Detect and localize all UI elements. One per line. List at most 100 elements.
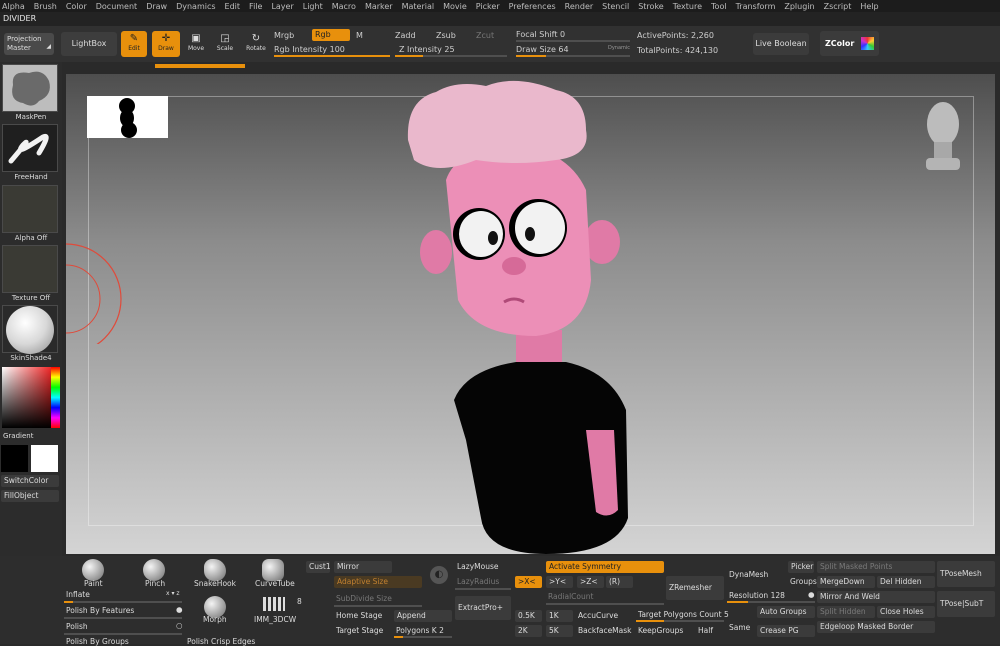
split-hidden-button[interactable]: Split Hidden xyxy=(817,606,875,618)
menu-preferences[interactable]: Preferences xyxy=(509,2,556,11)
radialcount-slider[interactable] xyxy=(546,603,664,605)
lightbox-button[interactable]: LightBox xyxy=(61,32,117,56)
rgb-button[interactable]: Rgb xyxy=(312,29,350,41)
pinch-brush-icon[interactable] xyxy=(143,559,165,581)
menu-stroke[interactable]: Stroke xyxy=(638,2,664,11)
menu-dynamics[interactable]: Dynamics xyxy=(176,2,215,11)
resolution-slider[interactable] xyxy=(727,601,815,603)
target-stage-label[interactable]: Target Stage xyxy=(336,626,383,635)
mrgb-button[interactable]: Mrgb xyxy=(274,31,294,40)
menu-edit[interactable]: Edit xyxy=(225,2,241,11)
close-holes-button[interactable]: Close Holes xyxy=(877,606,935,618)
rotate-button[interactable]: ↻ Rotate xyxy=(243,31,269,57)
edgeloop-button[interactable]: Edgeloop Masked Border xyxy=(817,621,935,633)
menu-zplugin[interactable]: Zplugin xyxy=(784,2,814,11)
polish-features-slider[interactable] xyxy=(64,617,182,619)
snakehook-brush-icon[interactable] xyxy=(204,559,226,581)
menu-macro[interactable]: Macro xyxy=(332,2,356,11)
main-color-swatch[interactable] xyxy=(31,445,58,472)
mergedown-button[interactable]: MergeDown xyxy=(817,576,875,588)
adaptive-size-button[interactable]: Adaptive Size xyxy=(334,576,422,588)
zsub-button[interactable]: Zsub xyxy=(436,31,456,40)
zcut-button[interactable]: Zcut xyxy=(476,31,494,40)
same-button[interactable]: Same xyxy=(729,623,750,632)
keepgroups-button[interactable]: KeepGroups xyxy=(638,626,683,635)
menu-file[interactable]: File xyxy=(249,2,262,11)
menu-alpha[interactable]: Alpha xyxy=(2,2,25,11)
menu-document[interactable]: Document xyxy=(96,2,137,11)
del-hidden-button[interactable]: Del Hidden xyxy=(877,576,935,588)
activate-symmetry-button[interactable]: Activate Symmetry xyxy=(546,561,664,573)
zremesh-2k-button[interactable]: 2K xyxy=(515,625,542,637)
m-button[interactable]: M xyxy=(356,31,363,40)
home-stage-label[interactable]: Home Stage xyxy=(336,611,382,620)
mirror-weld-button[interactable]: Mirror And Weld xyxy=(817,591,935,603)
curvetube-brush-icon[interactable] xyxy=(262,559,284,581)
z-intensity-slider[interactable] xyxy=(395,55,507,57)
groups-button[interactable]: Groups xyxy=(790,577,817,586)
backfacemask-button[interactable]: BackfaceMask xyxy=(578,626,632,635)
zcolor-button[interactable]: ZColor xyxy=(820,31,879,56)
polish-slider[interactable] xyxy=(64,633,182,635)
switch-color-button[interactable]: SwitchColor xyxy=(1,475,59,487)
menu-movie[interactable]: Movie xyxy=(443,2,467,11)
half-button[interactable]: Half xyxy=(698,626,713,635)
menu-tool[interactable]: Tool xyxy=(711,2,727,11)
menu-color[interactable]: Color xyxy=(66,2,87,11)
edit-button[interactable]: ✎ Edit xyxy=(121,31,147,57)
symmetry-radial-button[interactable]: (R) xyxy=(606,576,633,588)
cust1-button[interactable]: Cust1 xyxy=(306,561,330,573)
draw-button[interactable]: ✛ Draw xyxy=(152,31,180,57)
move-button[interactable]: ▣ Move xyxy=(183,31,209,57)
append-button[interactable]: Append xyxy=(394,610,452,622)
picker-button[interactable]: Picker xyxy=(788,561,814,573)
menu-draw[interactable]: Draw xyxy=(146,2,167,11)
zremesher-button[interactable]: ZRemesher xyxy=(666,576,724,600)
alpha-tile[interactable] xyxy=(2,185,58,233)
rgb-intensity-slider[interactable] xyxy=(274,55,390,57)
zremesh-05k-button[interactable]: 0.5K xyxy=(515,610,542,622)
menu-transform[interactable]: Transform xyxy=(736,2,776,11)
menu-zscript[interactable]: Zscript xyxy=(824,2,852,11)
focal-shift-slider[interactable] xyxy=(516,40,630,42)
live-boolean-button[interactable]: Live Boolean xyxy=(753,33,809,55)
projection-master-button[interactable]: Projection Master ◢ xyxy=(4,33,54,55)
menu-light[interactable]: Light xyxy=(303,2,323,11)
imm-brush-icon[interactable] xyxy=(263,597,285,611)
maskpen-brush-tile[interactable] xyxy=(2,64,58,112)
extractpro-button[interactable]: ExtractPro+ xyxy=(455,596,511,620)
menu-help[interactable]: Help xyxy=(860,2,878,11)
subdivide-size-slider[interactable] xyxy=(334,605,422,607)
lazymouse-button[interactable]: LazyMouse xyxy=(457,562,498,571)
hue-strip[interactable] xyxy=(51,367,60,428)
zremesh-5k-button[interactable]: 5K xyxy=(546,625,573,637)
target-polygons-slider[interactable] xyxy=(636,620,724,622)
tpose-subt-button[interactable]: TPose|SubT xyxy=(937,591,995,617)
symmetry-x-button[interactable]: >X< xyxy=(515,576,542,588)
crease-pg-button[interactable]: Crease PG xyxy=(757,625,815,637)
gyro-icon[interactable]: ◐ xyxy=(430,566,448,584)
dynamic-button[interactable]: Dynamic xyxy=(608,45,630,51)
polygons-k-slider[interactable] xyxy=(394,636,452,638)
lazyradius-slider[interactable] xyxy=(455,588,511,590)
polish-toggle-icon[interactable]: ○ xyxy=(176,621,183,630)
zremesh-1k-button[interactable]: 1K xyxy=(546,610,573,622)
menu-texture[interactable]: Texture xyxy=(673,2,702,11)
menu-render[interactable]: Render xyxy=(565,2,593,11)
canvas-viewport[interactable] xyxy=(66,74,995,554)
tposemesh-button[interactable]: TPoseMesh xyxy=(937,561,995,587)
draw-size-slider[interactable] xyxy=(516,55,630,57)
secondary-color-swatch[interactable] xyxy=(1,445,28,472)
accucurve-button[interactable]: AccuCurve xyxy=(578,611,618,620)
fill-object-button[interactable]: FillObject xyxy=(1,490,59,502)
material-tile[interactable] xyxy=(2,305,58,354)
zadd-button[interactable]: Zadd xyxy=(395,31,416,40)
menu-marker[interactable]: Marker xyxy=(365,2,393,11)
menu-material[interactable]: Material xyxy=(402,2,435,11)
split-masked-button[interactable]: Split Masked Points xyxy=(817,561,935,573)
paint-brush-icon[interactable] xyxy=(82,559,104,581)
navigation-head-icon[interactable] xyxy=(918,96,968,174)
menu-brush[interactable]: Brush xyxy=(34,2,57,11)
freehand-stroke-tile[interactable] xyxy=(2,124,58,172)
texture-tile[interactable] xyxy=(2,245,58,293)
